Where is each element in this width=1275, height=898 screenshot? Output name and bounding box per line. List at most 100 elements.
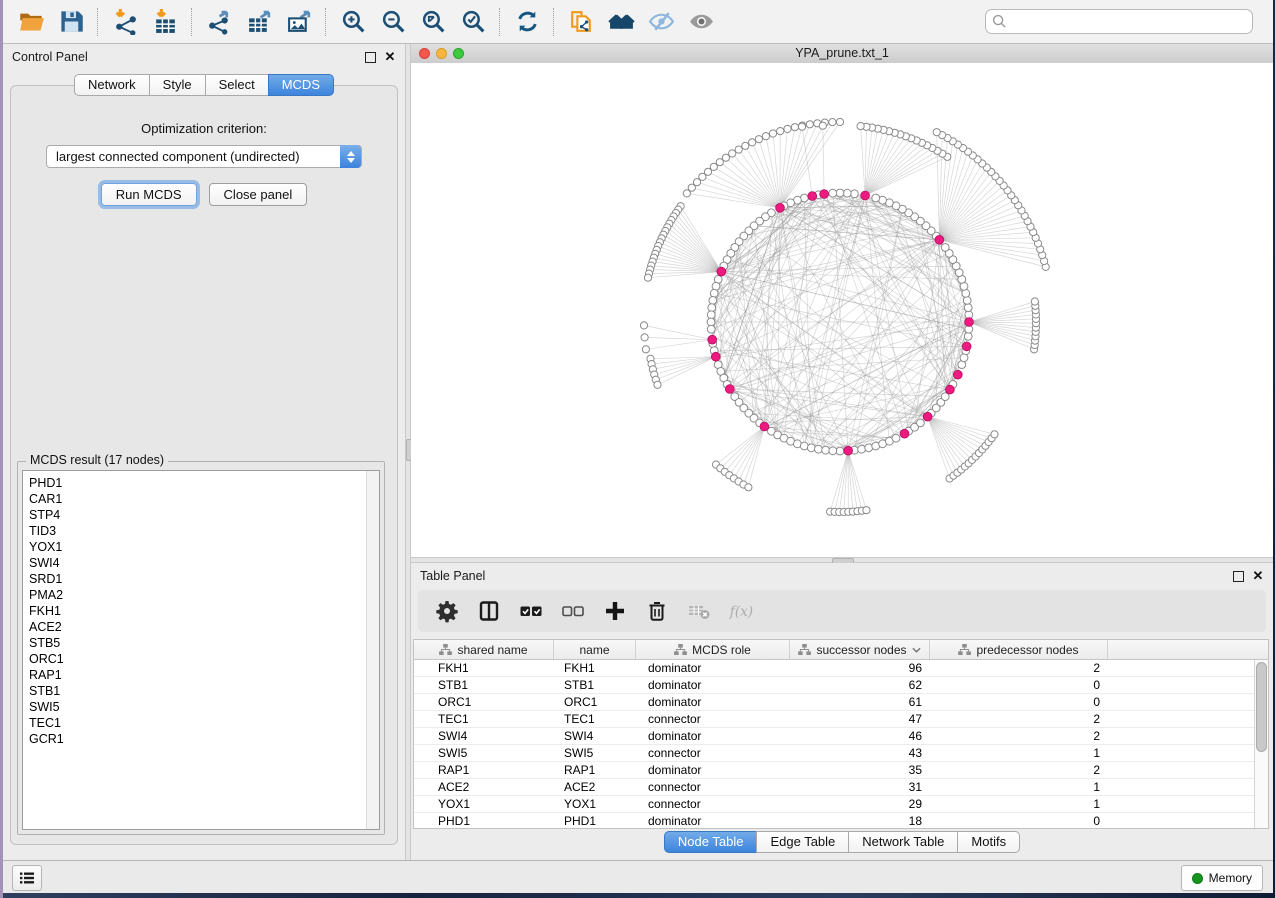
- table-panel-header: Table Panel ✕: [411, 563, 1273, 589]
- tab-select[interactable]: Select: [205, 74, 269, 96]
- table-row[interactable]: TEC1TEC1connector472: [414, 711, 1254, 728]
- tab-node-table[interactable]: Node Table: [664, 831, 758, 853]
- node-table-header-row: shared namenameMCDS rolesuccessor nodesp…: [414, 640, 1268, 660]
- table-row[interactable]: ACE2ACE2connector311: [414, 779, 1254, 796]
- node-table: shared namenameMCDS rolesuccessor nodesp…: [413, 639, 1269, 829]
- import-network-button[interactable]: [105, 4, 145, 40]
- save-session-button[interactable]: [51, 4, 91, 40]
- unchecked-checkboxes-icon: [561, 599, 585, 623]
- table-cell: SWI4: [414, 729, 554, 743]
- table-row[interactable]: RAP1RAP1dominator352: [414, 762, 1254, 779]
- mcds-result-item[interactable]: ORC1: [29, 651, 366, 667]
- network-canvas[interactable]: [411, 63, 1273, 557]
- zoom-in-button[interactable]: [333, 4, 373, 40]
- show-panels-list-button[interactable]: [12, 865, 42, 891]
- table-cell: RAP1: [554, 763, 636, 777]
- mcds-result-item[interactable]: STB1: [29, 683, 366, 699]
- column-header-predecessor-nodes[interactable]: predecessor nodes: [930, 640, 1108, 659]
- zoom-selected-button[interactable]: [453, 4, 493, 40]
- tab-edge-table[interactable]: Edge Table: [756, 831, 849, 853]
- network-graph[interactable]: [411, 63, 1273, 557]
- run-mcds-button[interactable]: Run MCDS: [101, 183, 197, 206]
- mcds-result-item[interactable]: STP4: [29, 507, 366, 523]
- memory-status-dot-icon: [1192, 873, 1203, 884]
- close-icon: ✕: [385, 52, 396, 62]
- hide-selected-button[interactable]: [641, 4, 681, 40]
- create-column-button[interactable]: [598, 594, 632, 628]
- delete-table-icon: [687, 599, 711, 623]
- toolbar-separator: [325, 8, 327, 36]
- table-scrollbar-thumb[interactable]: [1256, 662, 1267, 752]
- import-table-button[interactable]: [145, 4, 185, 40]
- close-panel-button-mcds[interactable]: Close panel: [209, 183, 308, 206]
- search-icon: [992, 14, 1007, 29]
- table-cell: SWI5: [414, 746, 554, 760]
- column-header-MCDS-role[interactable]: MCDS role: [636, 640, 790, 659]
- zoom-out-button[interactable]: [373, 4, 413, 40]
- network-window-titlebar[interactable]: YPA_prune.txt_1: [411, 44, 1273, 64]
- table-row[interactable]: YOX1YOX1connector291: [414, 796, 1254, 813]
- deselect-all-columns-button[interactable]: [556, 594, 590, 628]
- mcds-result-item[interactable]: PHD1: [29, 475, 366, 491]
- refresh-button[interactable]: [507, 4, 547, 40]
- first-neighbors-button[interactable]: [601, 4, 641, 40]
- zoom-fit-button[interactable]: [413, 4, 453, 40]
- mcds-result-item[interactable]: FKH1: [29, 603, 366, 619]
- mcds-result-item[interactable]: CAR1: [29, 491, 366, 507]
- column-header-successor-nodes[interactable]: successor nodes: [790, 640, 930, 659]
- mcds-result-item[interactable]: TEC1: [29, 715, 366, 731]
- table-row[interactable]: STB1STB1dominator620: [414, 677, 1254, 694]
- select-all-columns-button[interactable]: [514, 594, 548, 628]
- tab-mcds[interactable]: MCDS: [268, 74, 334, 96]
- tab-style[interactable]: Style: [149, 74, 206, 96]
- export-image-button[interactable]: [279, 4, 319, 40]
- mcds-result-item[interactable]: YOX1: [29, 539, 366, 555]
- export-network-button[interactable]: [199, 4, 239, 40]
- tab-network-table[interactable]: Network Table: [848, 831, 958, 853]
- mcds-result-item[interactable]: SWI4: [29, 555, 366, 571]
- two-pane-columns-icon: [477, 599, 501, 623]
- search-input[interactable]: [985, 9, 1253, 34]
- mcds-result-item[interactable]: SRD1: [29, 571, 366, 587]
- column-header-name[interactable]: name: [554, 640, 636, 659]
- mcds-result-item[interactable]: PMA2: [29, 587, 366, 603]
- table-cell: 2: [930, 763, 1108, 777]
- mcds-result-group: MCDS result (17 nodes) PHD1CAR1STP4TID3Y…: [17, 461, 385, 835]
- column-header-shared-name[interactable]: shared name: [414, 640, 554, 659]
- export-table-button[interactable]: [239, 4, 279, 40]
- float-window-button[interactable]: [364, 51, 376, 63]
- sort-desc-icon: [912, 647, 921, 653]
- optimization-criterion-label: Optimization criterion:: [11, 121, 397, 136]
- table-close-panel-button[interactable]: ✕: [1252, 570, 1264, 582]
- mcds-result-item[interactable]: RAP1: [29, 667, 366, 683]
- control-panel: Control Panel ✕ Network Style Select MCD…: [3, 44, 405, 860]
- tab-network[interactable]: Network: [74, 74, 150, 96]
- criterion-select[interactable]: largest connected component (undirected): [46, 145, 362, 168]
- table-scrollbar[interactable]: [1254, 660, 1268, 828]
- open-file-button[interactable]: [11, 4, 51, 40]
- delete-column-button[interactable]: [640, 594, 674, 628]
- table-row[interactable]: FKH1FKH1dominator962: [414, 660, 1254, 677]
- column-type-icon: [958, 644, 971, 655]
- clone-network-button[interactable]: [561, 4, 601, 40]
- mcds-result-scrollbar[interactable]: [366, 471, 379, 829]
- table-row[interactable]: SWI4SWI4dominator462: [414, 728, 1254, 745]
- mcds-result-item[interactable]: GCR1: [29, 731, 366, 747]
- mcds-result-item[interactable]: TID3: [29, 523, 366, 539]
- mcds-result-item[interactable]: SWI5: [29, 699, 366, 715]
- table-float-window-button[interactable]: [1232, 570, 1244, 582]
- column-settings-button[interactable]: [430, 594, 464, 628]
- close-panel-button[interactable]: ✕: [384, 51, 396, 63]
- table-cell: 96: [790, 661, 930, 675]
- show-column-panel-button[interactable]: [472, 594, 506, 628]
- memory-button[interactable]: Memory: [1181, 865, 1263, 891]
- table-cell: YOX1: [554, 797, 636, 811]
- show-all-button[interactable]: [681, 4, 721, 40]
- table-row[interactable]: PHD1PHD1dominator180: [414, 813, 1254, 828]
- table-cell: FKH1: [554, 661, 636, 675]
- tab-motifs[interactable]: Motifs: [957, 831, 1020, 853]
- mcds-result-item[interactable]: ACE2: [29, 619, 366, 635]
- mcds-result-item[interactable]: STB5: [29, 635, 366, 651]
- table-row[interactable]: SWI5SWI5connector431: [414, 745, 1254, 762]
- table-row[interactable]: ORC1ORC1dominator610: [414, 694, 1254, 711]
